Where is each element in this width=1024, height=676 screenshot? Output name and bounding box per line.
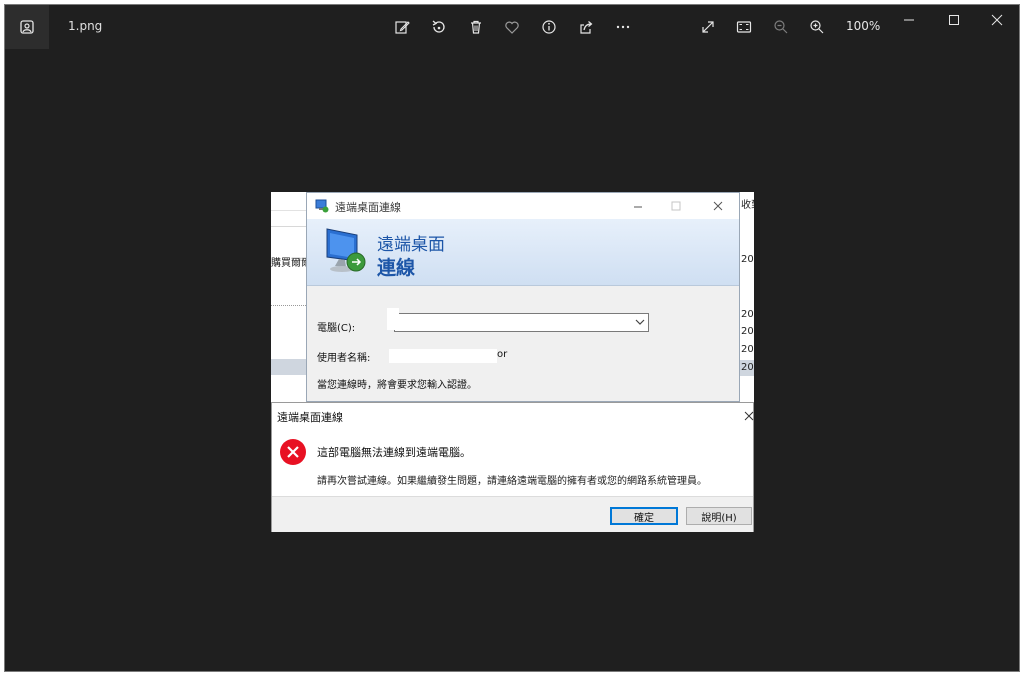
bg-year-fragment: 202 [741,326,754,337]
bg-year-fragment: 202 [741,362,754,373]
bg-selected-row [271,359,306,375]
error-dialog-footer: 確定 說明(H) [272,496,753,532]
username-redaction [389,349,497,363]
info-icon[interactable] [539,17,559,37]
rdp-window: 遠端桌面連線 遠端桌面 連線 電腦(C): 使用者名稱: or 當您連線時，將會… [306,192,740,402]
minimize-button[interactable] [887,5,931,35]
zoom-level[interactable]: 100% [846,19,880,33]
close-icon[interactable] [744,411,754,421]
maximize-icon[interactable] [671,201,681,211]
zoom-in-icon[interactable] [807,17,827,37]
credentials-note: 當您連線時，將會要求您輸入認證。 [317,380,477,391]
error-detail: 請再次嘗試連線。如果繼續發生問題，請連絡遠端電腦的擁有者或您的網路系統管理員。 [317,476,707,487]
error-dialog-title: 遠端桌面連線 [277,411,343,424]
computer-combobox[interactable] [394,313,649,332]
rdp-banner: 遠端桌面 連線 [307,219,739,286]
share-icon[interactable] [576,17,596,37]
bg-year-fragment: 202 [741,344,754,355]
bg-year-fragment: 202 [741,254,754,265]
rdp-title-bar: 遠端桌面連線 [307,193,739,219]
error-icon [280,439,306,465]
fit-icon[interactable] [734,17,754,37]
error-message: 這部電腦無法連線到遠端電腦。 [317,446,471,459]
displayed-image: 收到 購買爾爾 202 202 202 202 202 遠端桌面連線 [271,192,754,532]
bg-row-fragment: 購買爾爾 [271,258,311,269]
zoom-out-icon[interactable] [771,17,791,37]
bg-divider [271,305,306,306]
file-name: 1.png [68,19,103,33]
fullscreen-icon[interactable] [698,17,718,37]
viewer-toolbar: 1.png 100% [5,5,1019,49]
username-label: 使用者名稱: [317,353,371,364]
photos-app-icon[interactable] [5,5,49,49]
maximize-button[interactable] [932,5,976,35]
delete-icon[interactable] [466,17,486,37]
error-dialog: 遠端桌面連線 這部電腦無法連線到遠端電腦。 請再次嘗試連線。如果繼續發生問題，請… [271,402,754,532]
rdp-app-icon [315,199,329,213]
minimize-icon[interactable] [633,202,643,212]
photos-viewer-window: 1.png 100% 收 購買爾爾 20 20 20 20 20 遠端桌面連線 … [4,4,1020,672]
computer-label: 電腦(C): [317,323,356,334]
rdp-monitor-icon [326,228,366,272]
banner-line-1: 遠端桌面 [377,235,445,255]
rotate-icon[interactable] [429,17,449,37]
help-button[interactable]: 說明(H) [686,507,752,525]
bg-year-fragment: 202 [741,309,754,320]
banner-line-2: 連線 [377,257,416,279]
edit-icon[interactable] [392,17,412,37]
bg-gridline [271,210,306,211]
close-icon[interactable] [713,201,723,211]
favorite-icon[interactable] [502,17,522,37]
more-icon[interactable] [613,17,633,37]
bg-gridline [271,226,306,227]
rdp-title: 遠端桌面連線 [335,201,401,214]
username-suffix: or [497,349,508,360]
redaction [387,308,399,330]
ok-button[interactable]: 確定 [610,507,678,525]
close-button[interactable] [975,5,1019,35]
chevron-down-icon[interactable] [635,317,645,327]
bg-header-fragment: 收到 [741,200,754,211]
